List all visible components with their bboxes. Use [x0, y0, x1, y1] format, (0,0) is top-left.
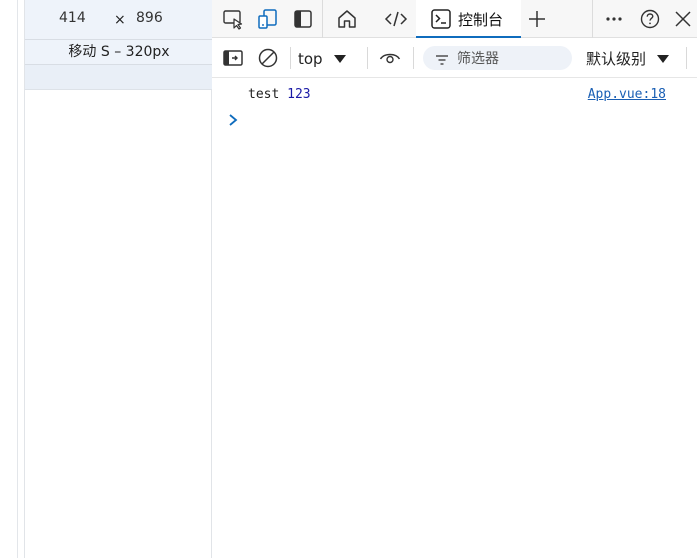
- sidebar-icon[interactable]: [220, 45, 246, 71]
- log-level-value: 默认级别: [586, 50, 647, 68]
- more-icon[interactable]: [601, 6, 627, 32]
- eye-icon[interactable]: [377, 45, 403, 71]
- gutter-divider: [17, 0, 18, 558]
- log-string: test: [248, 87, 288, 102]
- close-icon[interactable]: [670, 6, 696, 32]
- device-height-input[interactable]: 896: [136, 10, 163, 26]
- console-icon: [430, 8, 452, 34]
- console-message-text: test 123: [248, 87, 311, 102]
- dimension-times-sign: ×: [114, 12, 126, 28]
- console-toolbar: top 筛选器 默认级别: [212, 38, 697, 78]
- filter-input[interactable]: 筛选器: [423, 46, 572, 70]
- console-source-link[interactable]: App.vue:18: [588, 87, 666, 102]
- context-selector[interactable]: top: [298, 48, 347, 70]
- tabbar-separator: [592, 0, 593, 38]
- log-number: 123: [287, 87, 311, 102]
- app-root: 414 × 896 移动 S – 320px 控制台 top 筛选器 默认级别 …: [0, 0, 697, 558]
- prompt-icon[interactable]: [226, 112, 240, 128]
- log-level-selector[interactable]: 默认级别: [586, 48, 670, 69]
- devtools-tabbar: 控制台: [212, 0, 697, 38]
- tab-console[interactable]: 控制台: [416, 0, 521, 38]
- left-gutter: [0, 0, 24, 558]
- chevron-down-icon: [333, 50, 347, 68]
- filter-placeholder: 筛选器: [457, 51, 499, 67]
- device-width-input[interactable]: 414: [59, 10, 86, 26]
- home-icon[interactable]: [334, 6, 360, 32]
- console-output: test 123 App.vue:18: [212, 78, 697, 558]
- devtools-panel: 控制台 top 筛选器 默认级别 test 123 App.vue:18: [212, 0, 697, 558]
- device-emulation-pane: 414 × 896 移动 S – 320px: [24, 0, 213, 558]
- tabbar-separator: [322, 0, 323, 38]
- chevron-down-icon: [656, 50, 670, 68]
- device-emulation-icon[interactable]: [255, 6, 281, 32]
- elements-icon[interactable]: [383, 6, 409, 32]
- toolbar-separator: [367, 47, 368, 69]
- toolbar-separator: [413, 47, 414, 69]
- filter-icon: [435, 51, 449, 70]
- device-ruler: [25, 65, 213, 90]
- toolbar-separator: [290, 47, 291, 69]
- inspect-icon[interactable]: [220, 6, 246, 32]
- add-tab-icon[interactable]: [524, 6, 550, 32]
- context-selector-value: top: [298, 50, 323, 68]
- device-preset-label[interactable]: 移动 S – 320px: [25, 40, 213, 65]
- clear-console-icon[interactable]: [255, 45, 281, 71]
- help-icon[interactable]: [637, 6, 663, 32]
- toolbar-separator: [686, 47, 687, 69]
- device-dimensions-bar: 414 × 896: [25, 0, 213, 40]
- console-message: test 123 App.vue:18: [212, 84, 697, 106]
- tab-console-label: 控制台: [458, 11, 504, 29]
- dock-icon[interactable]: [290, 6, 316, 32]
